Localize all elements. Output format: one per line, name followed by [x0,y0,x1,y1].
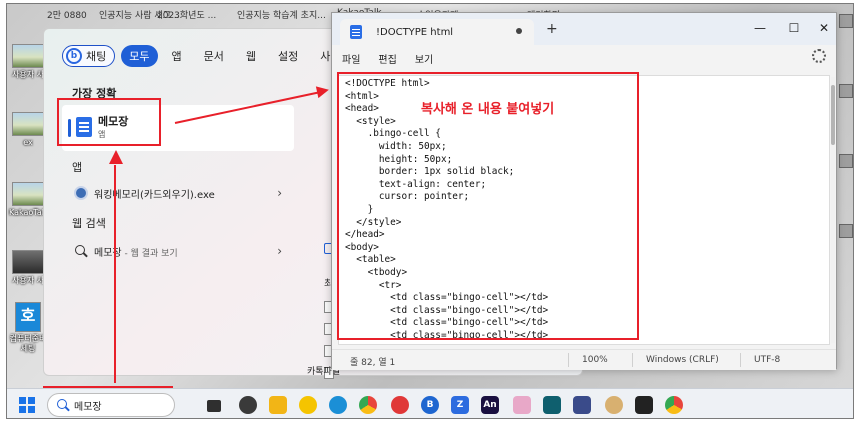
taskbar: 메모장 B Z An [7,388,853,418]
settings-gear-icon[interactable] [812,49,826,63]
chevron-right-icon: › [277,244,282,258]
filter-web-button[interactable]: 웹 [238,45,264,67]
reader-app-icon[interactable] [543,396,561,414]
divider [632,353,633,367]
desktop-icon[interactable] [839,84,853,98]
desktop-icon[interactable]: 사용자 사 [9,250,47,286]
desktop-icon-label: 사용자 사 [12,70,44,79]
menu-edit[interactable]: 편집 [378,51,396,66]
desktop-icon[interactable] [839,154,853,168]
gift-icon[interactable] [513,396,531,414]
divider [740,353,741,367]
car-thumbnail-icon [12,250,44,274]
working-memory-app-icon [74,186,88,200]
annotation-box-best-match [57,98,161,146]
filter-settings-button[interactable]: 설정 [270,45,306,67]
settings-app-icon[interactable] [239,396,257,414]
task-view-icon[interactable] [207,400,221,412]
bing-chat-icon: b [66,48,82,64]
taskbar-search-value: 메모장 [74,401,102,413]
search-icon [56,398,70,412]
notepad-statusbar: 줄 82, 열 1 100% Windows (CRLF) UTF-8 [332,349,836,370]
media-player-icon[interactable] [299,396,317,414]
sticky-notes-icon[interactable] [635,396,653,414]
filter-chat-button[interactable]: b 채팅 [62,45,116,67]
windows-start-icon[interactable] [19,397,35,413]
notepad-titlebar[interactable]: !DOCTYPE html + — ☐ ✕ [332,13,836,45]
edge-icon[interactable] [329,396,347,414]
desktop-icon[interactable]: 사용자 사 [9,44,47,80]
zoom-icon[interactable]: Z [451,396,469,414]
desktop-label: 2만 0880 [47,11,87,21]
screenshot-frame: 2만 0880 인공지능 사람 세그 ... 2023학년도 ... 인공지능 … [6,3,854,419]
desktop-icon-label: KakaoTalk [9,208,49,217]
desktop-icon[interactable] [839,224,853,238]
photo-thumbnail-icon [12,44,44,68]
cursor-position: 줄 82, 열 1 [350,358,396,368]
animate-app-icon[interactable]: An [481,396,499,414]
web-search-heading: 웹 검색 [72,217,106,230]
desktop-icon-label: 사용자 사 [12,276,44,285]
close-icon[interactable]: ✕ [814,19,834,37]
photo-thumbnail-icon [12,112,44,136]
photo-thumbnail-icon [12,182,44,206]
app-result-label: 워킹메모리(카드외우기).exe [94,189,215,201]
filter-label: 채팅 [86,50,107,63]
filter-all-button[interactable]: 모두 [121,45,158,67]
desktop-icon[interactable]: KakaoTalk [9,182,49,218]
arrow-head-icon [315,83,331,99]
desktop-icon-label: 컴퓨터준비 세팅 [9,334,47,353]
chrome-icon[interactable] [359,396,377,414]
desktop-icon[interactable]: 호 컴퓨터준비 세팅 [9,302,47,354]
desktop-icon[interactable]: ex [9,112,47,148]
search-icon [74,244,88,258]
hancom-doc-icon: 호 [15,302,41,332]
app-result-row[interactable]: 워킹메모리(카드외우기).exe › [62,181,294,205]
chrome-icon[interactable] [665,396,683,414]
new-tab-icon[interactable]: + [546,21,558,37]
web-result-label: 메모장 [94,247,122,259]
minimize-icon[interactable]: — [750,19,770,37]
desktop-icon[interactable] [839,14,853,28]
maximize-icon[interactable]: ☐ [784,19,804,37]
menu-view[interactable]: 보기 [415,51,433,66]
desktop-pet-icon[interactable] [605,396,623,414]
notepad-menubar: 파일 편집 보기 [332,45,836,71]
tab-title: !DOCTYPE html [376,26,454,38]
desktop-icon-label: ex [23,138,33,147]
zoom-level: 100% [582,355,608,365]
filter-documents-button[interactable]: 문서 [196,45,232,67]
web-result-text: 메모장 - 웹 결과 보기 [94,244,178,259]
annotation-box-notepad-content [337,72,639,340]
bluetooth-icon[interactable]: B [421,396,439,414]
divider [568,353,569,367]
encoding: UTF-8 [754,355,781,365]
filter-apps-button[interactable]: 앱 [164,45,190,67]
unsaved-dot-icon[interactable] [516,28,522,34]
notepad-app-icon [350,25,362,39]
menu-file[interactable]: 파일 [342,51,360,66]
web-result-suffix: - 웹 결과 보기 [121,248,178,259]
file-explorer-icon[interactable] [269,396,287,414]
apps-heading: 앱 [72,161,83,174]
scrollbar-thumb[interactable] [831,85,835,145]
screen-record-icon[interactable] [391,396,409,414]
line-ending: Windows (CRLF) [646,355,719,365]
web-result-row[interactable]: 메모장 - 웹 결과 보기 › [62,239,294,263]
arrow-head-icon [109,150,123,164]
remote-desktop-icon[interactable] [573,396,591,414]
desktop-label: 인공지능 학습계 초지... [237,11,326,21]
annotation-arrow [114,165,116,383]
notepad-tab[interactable]: !DOCTYPE html [340,19,534,45]
vertical-scrollbar[interactable] [831,77,835,343]
desktop-label: 2023학년도 ... [157,11,217,21]
chevron-right-icon: › [277,186,282,200]
taskbar-search-box[interactable]: 메모장 [47,393,175,417]
